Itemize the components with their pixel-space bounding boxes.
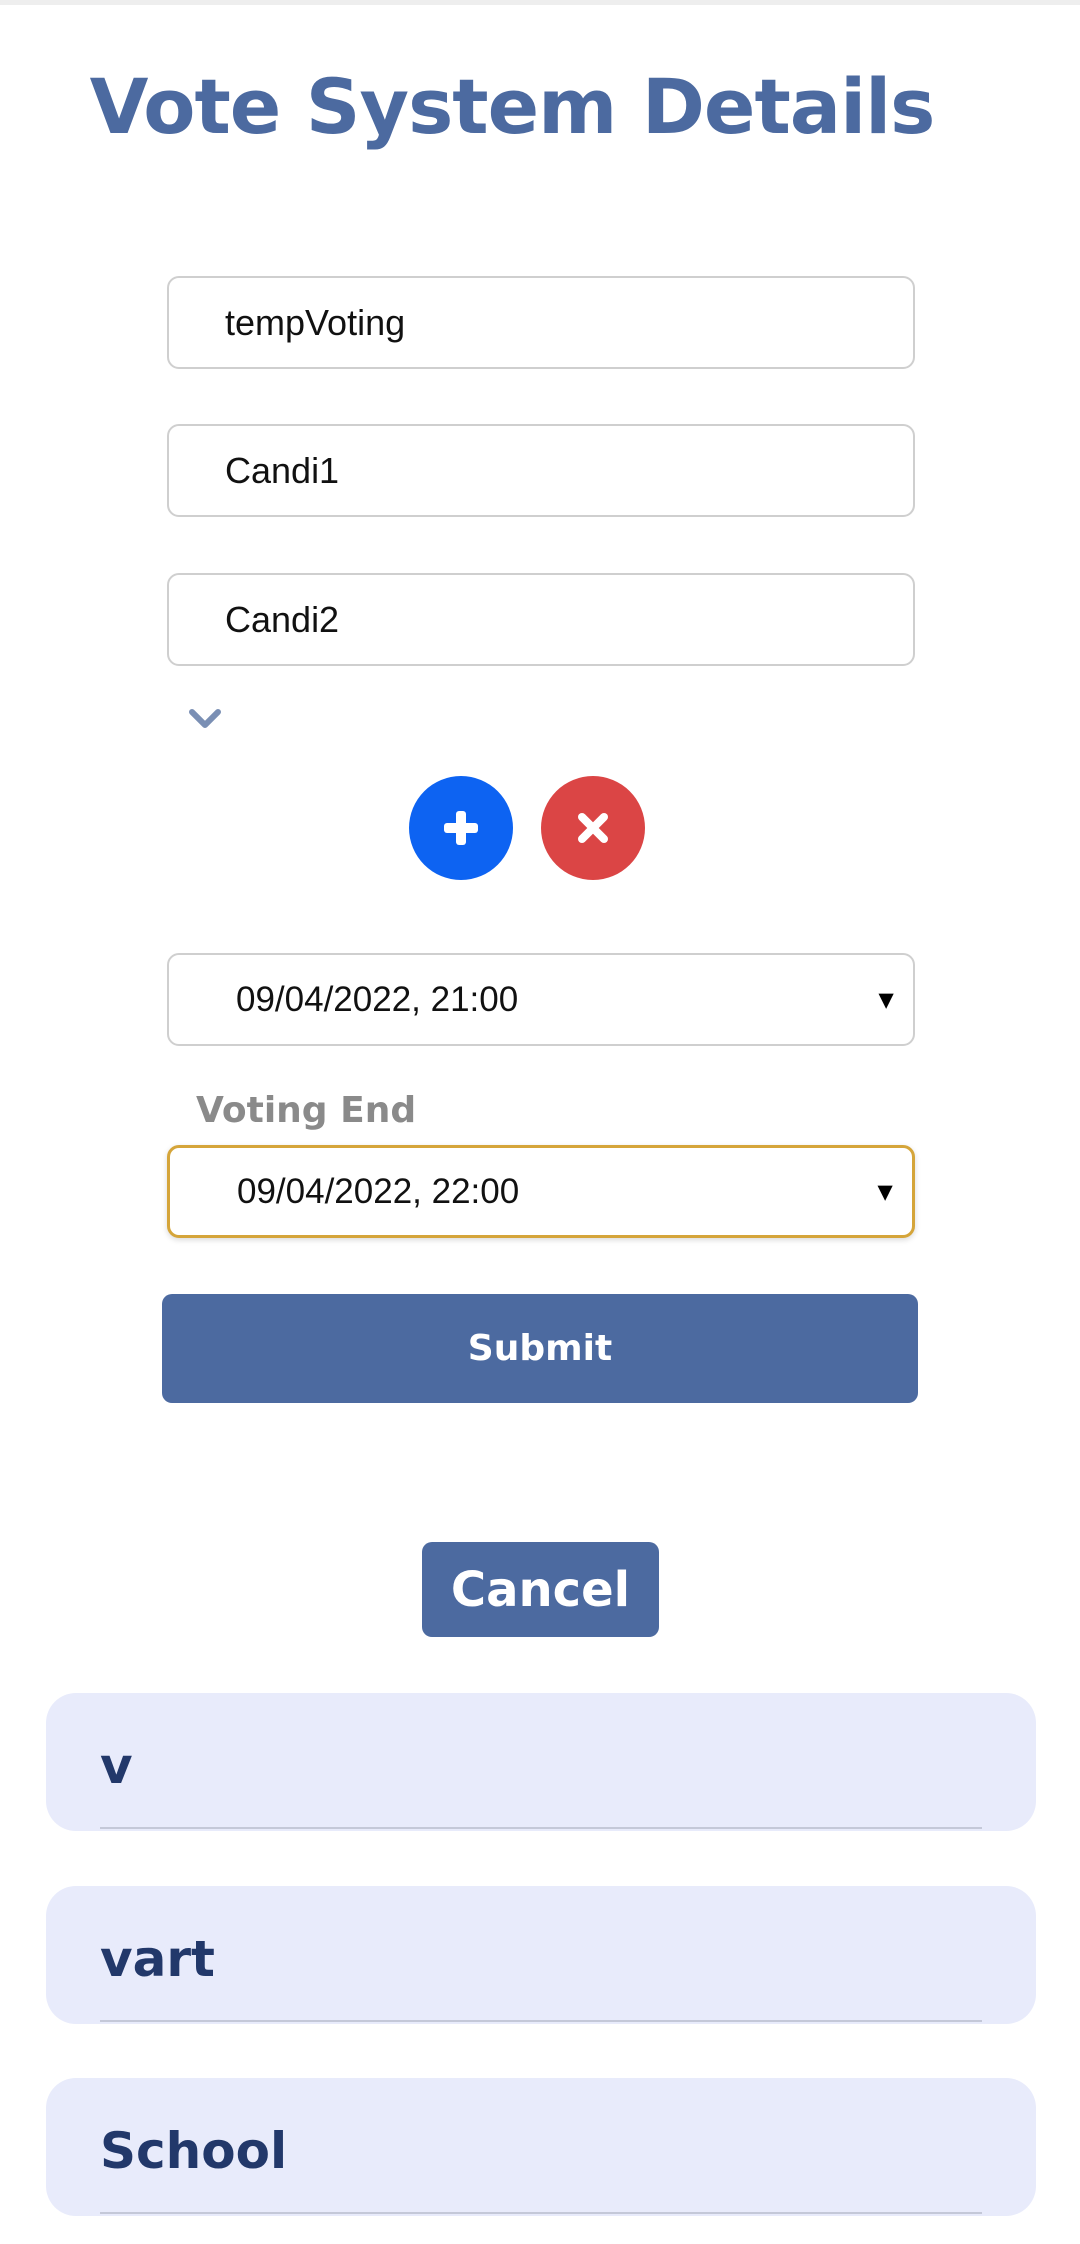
close-icon (578, 813, 608, 843)
candidate-input-1[interactable]: Candi1 (167, 424, 915, 517)
divider (100, 2212, 982, 2214)
candidate-input-2[interactable]: Candi2 (167, 573, 915, 666)
remove-candidate-button[interactable] (541, 776, 645, 880)
voting-start-value: 09/04/2022, 21:00 (236, 979, 519, 1019)
divider (100, 1827, 982, 1829)
voting-end-value: 09/04/2022, 22:00 (237, 1171, 520, 1211)
vote-card-title: v (100, 1737, 133, 1795)
dropdown-arrow-icon: ▼ (873, 984, 899, 1014)
vote-card[interactable]: vart (46, 1886, 1036, 2024)
submit-button[interactable]: Submit (162, 1294, 918, 1403)
voting-end-label: Voting End (196, 1090, 417, 1131)
plus-icon (444, 811, 478, 845)
add-candidate-button[interactable] (409, 776, 513, 880)
page-title: Vote System Details (89, 62, 936, 151)
vote-card[interactable]: v (46, 1693, 1036, 1831)
vote-card[interactable]: School (46, 2078, 1036, 2216)
voting-start-select[interactable]: 09/04/2022, 21:00 ▼ (167, 953, 915, 1046)
vote-name-input[interactable]: tempVoting (167, 276, 915, 369)
vote-card-title: vart (100, 1930, 215, 1988)
cancel-button[interactable]: Cancel (422, 1542, 659, 1637)
divider (100, 2020, 982, 2022)
dropdown-arrow-icon: ▼ (872, 1176, 898, 1206)
top-strip (0, 0, 1080, 5)
vote-card-title: School (100, 2122, 288, 2180)
chevron-down-icon[interactable] (186, 700, 224, 738)
voting-end-select[interactable]: 09/04/2022, 22:00 ▼ (167, 1145, 915, 1238)
